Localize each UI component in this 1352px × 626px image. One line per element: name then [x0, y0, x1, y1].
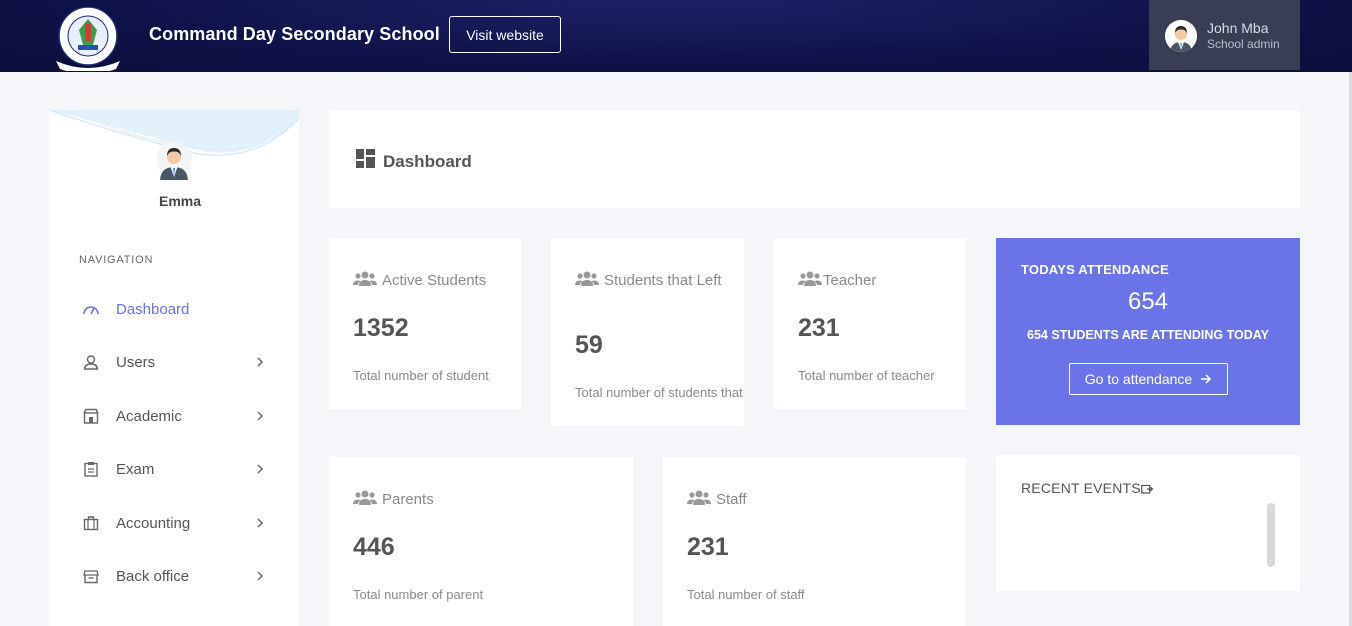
- chevron-right-icon: [257, 518, 264, 528]
- stat-card-parents[interactable]: Parents 446 Total number of parent: [329, 457, 633, 626]
- users-group-icon: [798, 271, 822, 286]
- attendance-title: TODAYS ATTENDANCE: [1021, 262, 1169, 277]
- sidebar-item-back-office[interactable]: Back office: [49, 556, 299, 596]
- stat-label: Students that Left: [604, 272, 722, 289]
- stat-value: 446: [353, 533, 395, 561]
- speedometer-icon: [82, 300, 100, 318]
- attendance-count: 654: [1127, 288, 1169, 315]
- dashboard-icon: [356, 149, 375, 168]
- stat-value: 1352: [353, 314, 409, 342]
- chevron-right-icon: [257, 464, 264, 474]
- sidebar-item-users[interactable]: Users: [49, 342, 299, 382]
- go-to-attendance-button[interactable]: Go to attendance: [1069, 363, 1228, 395]
- stat-description: Total number of parent: [353, 587, 484, 602]
- external-link-icon[interactable]: [1140, 484, 1154, 494]
- user-avatar: [1165, 20, 1197, 52]
- profile-avatar: [156, 140, 192, 180]
- user-role: School admin: [1207, 37, 1280, 51]
- nav-section-title: NAVIGATION: [79, 254, 154, 266]
- sidebar-item-label: Academic: [116, 407, 182, 425]
- stat-description: Total number of teacher: [798, 368, 935, 383]
- stat-card-teacher[interactable]: Teacher 231 Total number of teacher: [774, 238, 966, 409]
- users-group-icon: [353, 271, 377, 286]
- chevron-right-icon: [257, 411, 264, 421]
- stat-value: 231: [687, 533, 729, 561]
- stat-value: 59: [575, 331, 603, 359]
- building-icon: [82, 407, 100, 425]
- recent-events-card: RECENT EVENTS: [996, 455, 1300, 591]
- top-header: Command Day Secondary School Visit websi…: [0, 0, 1352, 74]
- visit-website-button[interactable]: Visit website: [449, 16, 561, 53]
- stat-value: 231: [798, 314, 840, 342]
- users-group-icon: [353, 490, 377, 505]
- school-name: Command Day Secondary School: [149, 24, 440, 44]
- sidebar-item-dashboard[interactable]: Dashboard: [49, 289, 299, 329]
- stat-label: Active Students: [382, 272, 487, 289]
- stat-card-active-students[interactable]: Active Students 1352 Total number of stu…: [329, 238, 521, 409]
- user-menu[interactable]: John Mba School admin: [1149, 0, 1300, 70]
- todays-attendance-card: TODAYS ATTENDANCE 654 654 STUDENTS ARE A…: [996, 238, 1300, 425]
- users-group-icon: [687, 490, 711, 505]
- stat-card-staff[interactable]: Staff 231 Total number of staff: [663, 457, 966, 626]
- sidebar-item-label: Back office: [116, 567, 190, 585]
- sidebar-item-accounting[interactable]: Accounting: [49, 503, 299, 543]
- chevron-right-icon: [257, 357, 264, 367]
- user-icon: [82, 353, 100, 371]
- page-header-card: Dashboard: [329, 110, 1300, 208]
- profile-name: Emma: [158, 193, 202, 209]
- stat-label: Parents: [382, 491, 434, 508]
- sidebar-item-label: Accounting: [116, 514, 191, 532]
- chevron-right-icon: [257, 571, 264, 581]
- sidebar-item-academic[interactable]: Academic: [49, 396, 299, 436]
- sidebar: Emma NAVIGATION Dashboard Users Academic…: [49, 110, 299, 626]
- inbox-icon: [82, 567, 100, 585]
- button-label: Go to attendance: [1084, 371, 1193, 387]
- user-name: John Mba: [1207, 20, 1269, 36]
- stat-label: Teacher: [823, 272, 877, 289]
- arrow-right-icon: [1201, 374, 1212, 384]
- page-title: Dashboard: [383, 152, 472, 171]
- stat-description: Total number of staff: [687, 587, 805, 602]
- stat-description: Total number of students that left: [575, 385, 744, 400]
- attendance-description: 654 STUDENTS ARE ATTENDING TODAY: [1027, 328, 1269, 342]
- clipboard-icon: [82, 460, 100, 478]
- sidebar-item-label: Dashboard: [116, 300, 190, 318]
- school-logo[interactable]: [52, 3, 124, 74]
- stat-label: Staff: [716, 491, 747, 508]
- events-scrollbar[interactable]: [1267, 503, 1275, 567]
- stat-card-students-left[interactable]: Students that Left 59 Total number of st…: [551, 238, 744, 426]
- briefcase-icon: [82, 514, 100, 532]
- recent-events-title: RECENT EVENTS: [1021, 480, 1154, 496]
- sidebar-item-label: Exam: [116, 460, 155, 478]
- sidebar-item-exam[interactable]: Exam: [49, 449, 299, 489]
- stat-description: Total number of student: [353, 368, 489, 383]
- sidebar-item-label: Users: [116, 353, 156, 371]
